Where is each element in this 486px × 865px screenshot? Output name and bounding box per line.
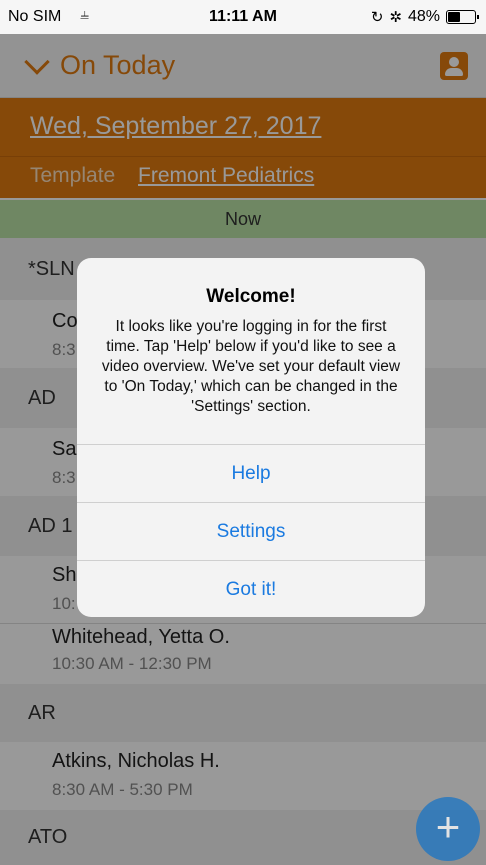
add-button[interactable]: + (416, 797, 480, 861)
got-it-button[interactable]: Got it! (77, 560, 425, 617)
battery-icon (446, 10, 479, 24)
help-button[interactable]: Help (77, 444, 425, 502)
bluetooth-icon: ✲ (389, 9, 402, 26)
rotation-lock-icon: ↻ (370, 9, 384, 26)
battery-percent: 48% (407, 8, 440, 25)
status-bar: No SIM ⫨ 11:11 AM ↻ ✲ 48% (0, 0, 486, 34)
alert-message: It looks like you're logging in for the … (101, 318, 401, 415)
welcome-alert: Welcome! It looks like you're logging in… (77, 258, 425, 617)
plus-icon: + (435, 803, 461, 850)
alert-title: Welcome! (206, 286, 296, 307)
settings-button[interactable]: Settings (77, 502, 425, 560)
